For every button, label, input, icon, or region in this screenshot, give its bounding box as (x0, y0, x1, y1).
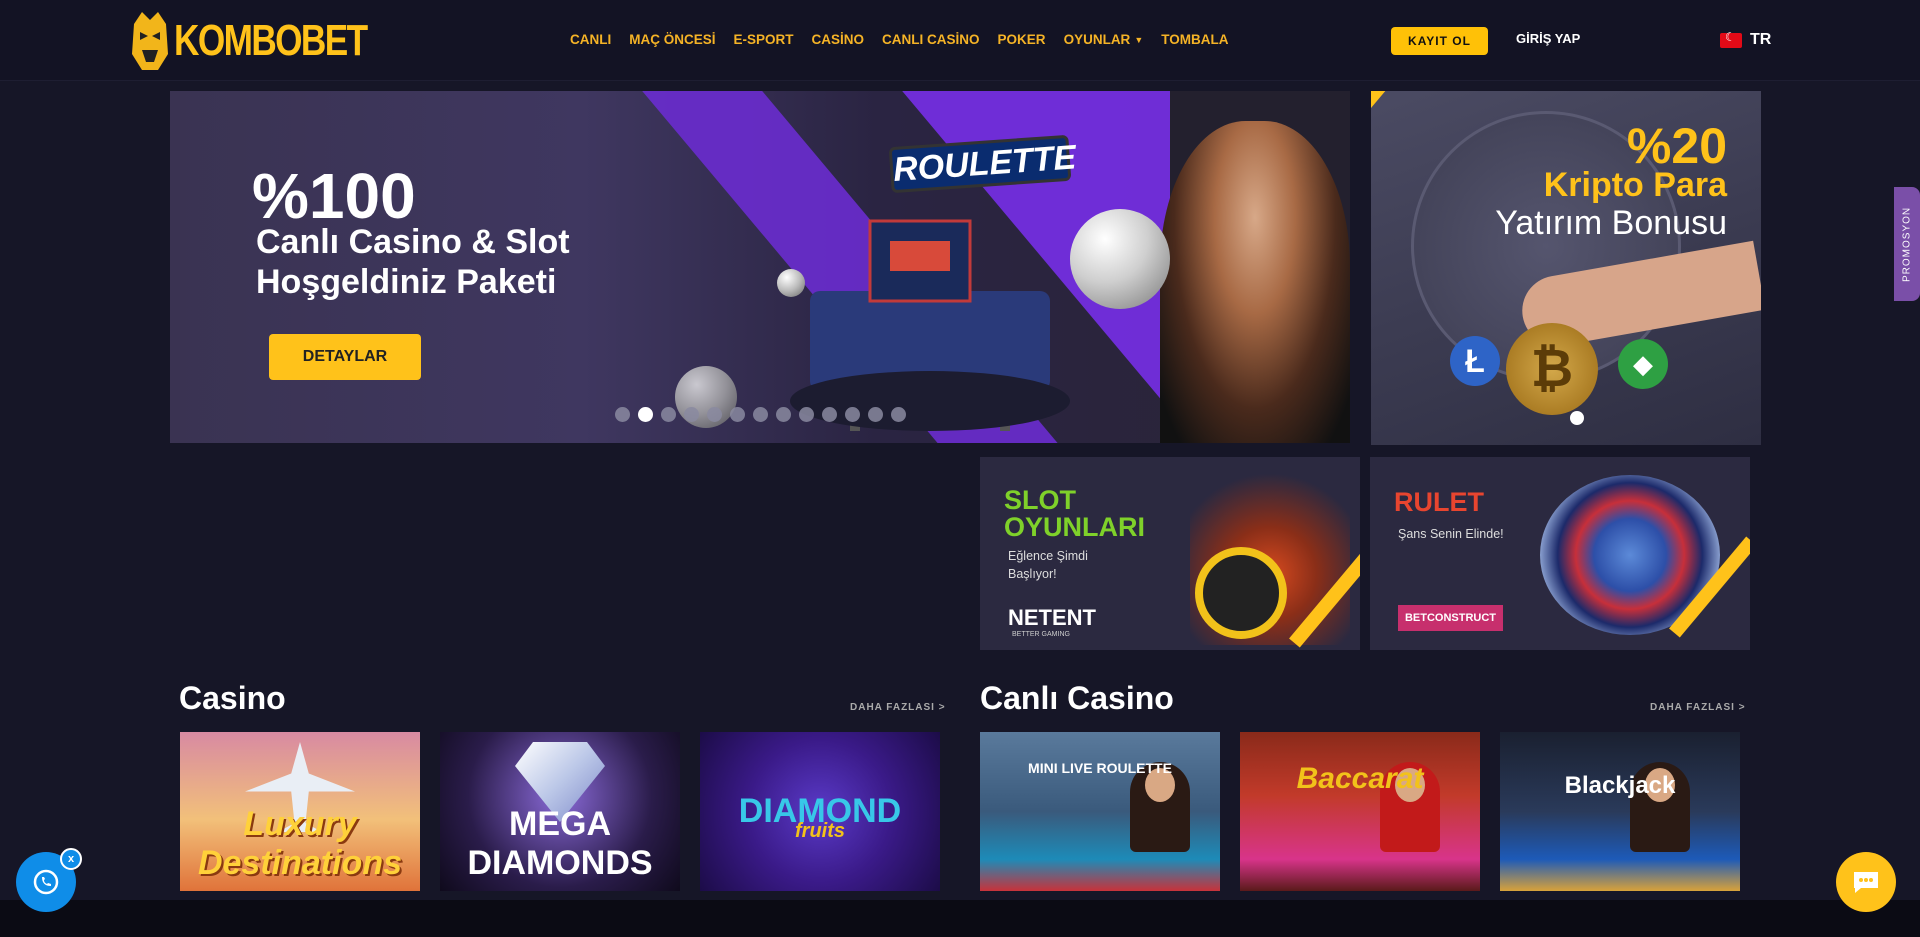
slot-games-tile[interactable]: SLOT OYUNLARI Eğlence Şimdi Başlıyor! NE… (980, 457, 1360, 650)
game-title: MINI LIVE ROULETTE (1028, 760, 1172, 776)
slider-dot[interactable] (891, 407, 906, 422)
game-title: MEGA DIAMONDS (467, 805, 653, 882)
nav-canli-casino[interactable]: CANLI CASİNO (882, 32, 980, 47)
slider-dot[interactable] (776, 407, 791, 422)
slider-dot[interactable] (799, 407, 814, 422)
live-chat-button[interactable] (1836, 852, 1896, 912)
whatsapp-icon (33, 869, 59, 895)
slider-dot[interactable] (753, 407, 768, 422)
tile-subtitle: Eğlence Şimdi Başlıyor! (1008, 549, 1088, 581)
register-button[interactable]: KAYIT OL (1391, 27, 1488, 55)
game-card[interactable]: MINI LIVE ROULETTE (980, 732, 1220, 891)
bitcoin-icon: ₿ (1506, 323, 1598, 415)
hero-model-image (1160, 121, 1350, 443)
hero-details-button[interactable]: DETAYLAR (269, 334, 421, 380)
netent-logo: NETENT (1008, 605, 1096, 630)
game-subtitle: fruits (795, 820, 845, 842)
language-selector[interactable]: TR (1720, 30, 1772, 49)
nav-canli[interactable]: CANLI (570, 32, 611, 47)
yellow-stripe (1371, 91, 1386, 183)
nav-casino[interactable]: CASİNO (812, 32, 865, 47)
live-casino-more-link[interactable]: DAHA FAZLASI > (1650, 702, 1746, 713)
banner-line2: Yatırım Bonusu (1495, 204, 1727, 242)
nav-label: TOMBALA (1161, 32, 1229, 47)
game-card[interactable]: DIAMOND fruits (700, 732, 940, 891)
tile-subtitle: Şans Senin Elinde! (1398, 527, 1504, 541)
slider-dot[interactable] (661, 407, 676, 422)
promotions-side-tab[interactable]: PROMOSYON (1894, 187, 1920, 301)
ball-image (777, 269, 805, 297)
game-card[interactable]: Baccarat (1240, 732, 1480, 891)
tile-title: SLOT OYUNLARI (1004, 487, 1145, 541)
live-casino-section-title: Canlı Casino (980, 680, 1174, 716)
chat-bubble-icon (1854, 872, 1878, 893)
nav-label: OYUNLAR (1063, 32, 1131, 47)
slider-dot[interactable] (684, 407, 699, 422)
game-card[interactable]: Luxury Destinations (180, 732, 420, 891)
hero-slider[interactable]: ROULETTE %100 Canlı Casino & Slot Hoşgel… (170, 91, 1350, 443)
nav-label: CASİNO (811, 32, 865, 47)
crypto-bonus-banner[interactable]: %20 Kripto Para Yatırım Bonusu Ł ₿ ◆ (1371, 91, 1761, 445)
slot-wheel-image (1195, 547, 1287, 639)
tile-title-line: OYUNLARI (1004, 512, 1145, 542)
footer-bar (0, 900, 1920, 937)
slider-dots (615, 407, 906, 422)
slider-dot[interactable] (615, 407, 630, 422)
nav-poker[interactable]: POKER (998, 32, 1046, 47)
casino-more-link[interactable]: DAHA FAZLASI > (850, 702, 946, 713)
main-nav: CANLI MAÇ ÖNCESİ E-SPORT CASİNO CANLI CA… (570, 32, 1246, 47)
game-card[interactable]: MEGA DIAMONDS (440, 732, 680, 891)
nav-mac-oncesi[interactable]: MAÇ ÖNCESİ (629, 32, 715, 47)
slider-dot[interactable] (707, 407, 722, 422)
banner-line1: Kripto Para (1543, 166, 1727, 204)
nav-label: CANLI (570, 32, 612, 47)
game-title: Blackjack (1564, 772, 1676, 799)
slider-dot[interactable] (868, 407, 883, 422)
slider-dot[interactable] (822, 407, 837, 422)
casino-section-title: Casino (179, 680, 286, 716)
game-title: Luxury Destinations (197, 805, 403, 882)
litecoin-icon: Ł (1450, 336, 1500, 386)
hero-subtitle: Canlı Casino & Slot (256, 223, 570, 261)
game-card[interactable]: Blackjack (1500, 732, 1740, 891)
nav-label: E-SPORT (733, 32, 794, 47)
slider-dot[interactable] (845, 407, 860, 422)
language-code: TR (1750, 31, 1772, 48)
tile-title: RULET (1394, 487, 1484, 517)
netent-tagline: BETTER GAMING (1012, 631, 1070, 638)
slider-dot-active[interactable] (1570, 411, 1584, 425)
caret-down-icon: ▼ (1134, 34, 1144, 45)
login-button[interactable]: GİRİŞ YAP (1516, 31, 1580, 46)
hero-subtitle: Hoşgeldiniz Paketi (256, 263, 557, 301)
tile-title-line: SLOT (1004, 485, 1076, 515)
nav-label: CANLI CASİNO (882, 32, 980, 47)
logo-text: KOMBOBET (174, 16, 368, 65)
game-title: Baccarat (1296, 762, 1424, 795)
kombobet-logo[interactable]: KOMBOBET (128, 4, 415, 78)
gorilla-logo-icon (132, 12, 168, 70)
slider-dot[interactable] (638, 407, 653, 422)
nav-label: POKER (997, 32, 1046, 47)
whatsapp-close-button[interactable]: x (60, 848, 82, 870)
hero-title: %100 (252, 160, 416, 232)
site-header: KOMBOBET CANLI MAÇ ÖNCESİ E-SPORT CASİNO… (0, 0, 1920, 81)
turkey-flag-icon (1720, 30, 1742, 48)
betconstruct-logo: BETCONSTRUCT (1398, 605, 1503, 631)
nav-esport[interactable]: E-SPORT (734, 32, 794, 47)
nav-tombala[interactable]: TOMBALA (1161, 32, 1228, 47)
roulette-tile[interactable]: RULET Şans Senin Elinde! BETCONSTRUCT (1370, 457, 1750, 650)
slider-dot[interactable] (730, 407, 745, 422)
ball-image (1070, 209, 1170, 309)
ethereum-icon: ◆ (1618, 339, 1668, 389)
nav-oyunlar[interactable]: OYUNLAR ▼ (1064, 32, 1144, 47)
nav-label: MAÇ ÖNCESİ (629, 32, 716, 47)
